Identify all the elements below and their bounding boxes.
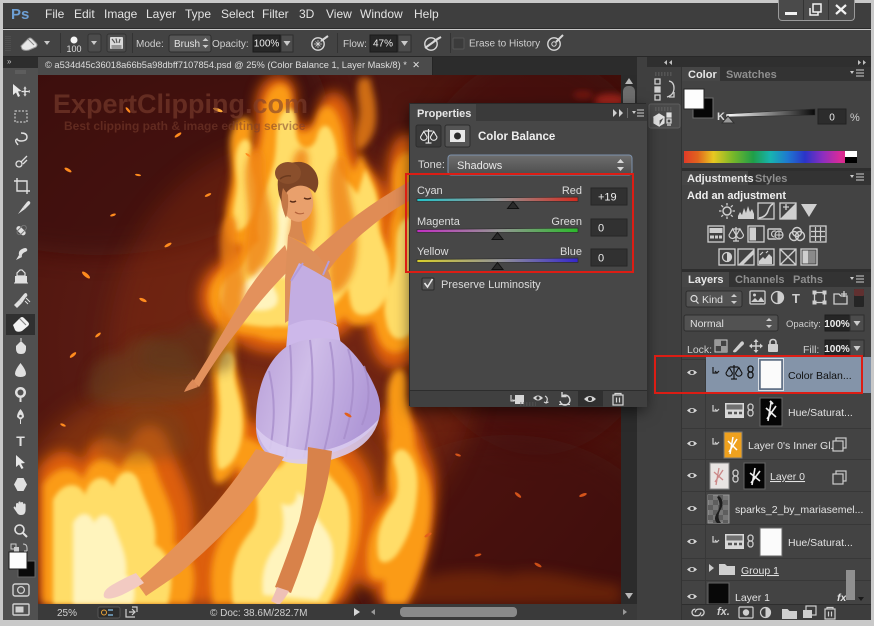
svg-text:Erase to History: Erase to History	[469, 39, 540, 50]
svg-text:Group 1: Group 1	[741, 565, 779, 577]
svg-text:fx.: fx.	[717, 606, 730, 618]
svg-text:Flow:: Flow:	[343, 39, 367, 50]
svg-text:100%: 100%	[824, 344, 850, 355]
svg-text:T: T	[792, 291, 800, 306]
svg-text:ExpertClipping.com: ExpertClipping.com	[53, 89, 308, 119]
svg-text:Color: Color	[688, 69, 717, 81]
svg-text:100: 100	[66, 44, 81, 54]
svg-text:47%: 47%	[373, 39, 393, 50]
svg-text:100%: 100%	[254, 39, 280, 50]
svg-text:© Doc: 38.6M/282.7M: © Doc: 38.6M/282.7M	[210, 608, 307, 619]
svg-text:Styles: Styles	[755, 173, 787, 185]
svg-text:Add an adjustment: Add an adjustment	[687, 190, 786, 202]
svg-text:Adjustments: Adjustments	[687, 173, 754, 185]
svg-text:0: 0	[829, 113, 835, 124]
svg-text:%: %	[850, 112, 860, 124]
svg-text:Color Balance: Color Balance	[478, 131, 555, 143]
svg-text:Paths: Paths	[793, 274, 823, 286]
svg-text:Swatches: Swatches	[726, 69, 777, 81]
svg-text:Preserve Luminosity: Preserve Luminosity	[441, 279, 541, 291]
svg-text:Opacity:: Opacity:	[212, 39, 249, 50]
svg-text:100%: 100%	[824, 319, 850, 330]
svg-text:Opacity:: Opacity:	[786, 319, 821, 330]
svg-text:Layer 1: Layer 1	[735, 592, 770, 604]
svg-text:Kind: Kind	[702, 294, 723, 306]
svg-text:Normal: Normal	[690, 318, 724, 330]
svg-text:T: T	[16, 433, 25, 449]
svg-text:fx: fx	[837, 592, 847, 604]
svg-text:Layer 0: Layer 0	[770, 471, 805, 483]
svg-text:Channels: Channels	[735, 274, 785, 286]
svg-text:Properties: Properties	[417, 108, 471, 120]
svg-text:Shadows: Shadows	[457, 160, 503, 172]
svg-text:Hue/Saturat...: Hue/Saturat...	[788, 407, 853, 419]
svg-text:Hue/Saturat...: Hue/Saturat...	[788, 537, 853, 549]
svg-text:sparks_2_by_mariasemel...: sparks_2_by_mariasemel...	[735, 504, 863, 516]
svg-text:Tone:: Tone:	[418, 159, 445, 171]
svg-text:Layers: Layers	[688, 274, 723, 286]
svg-text:Mode:: Mode:	[136, 39, 164, 50]
svg-text:Best clipping path & image edi: Best clipping path & image editing servi…	[64, 119, 306, 133]
svg-text:Brush: Brush	[174, 39, 200, 50]
svg-text:Layer 0's Inner Gl...: Layer 0's Inner Gl...	[748, 440, 839, 452]
svg-text:25%: 25%	[57, 608, 77, 619]
